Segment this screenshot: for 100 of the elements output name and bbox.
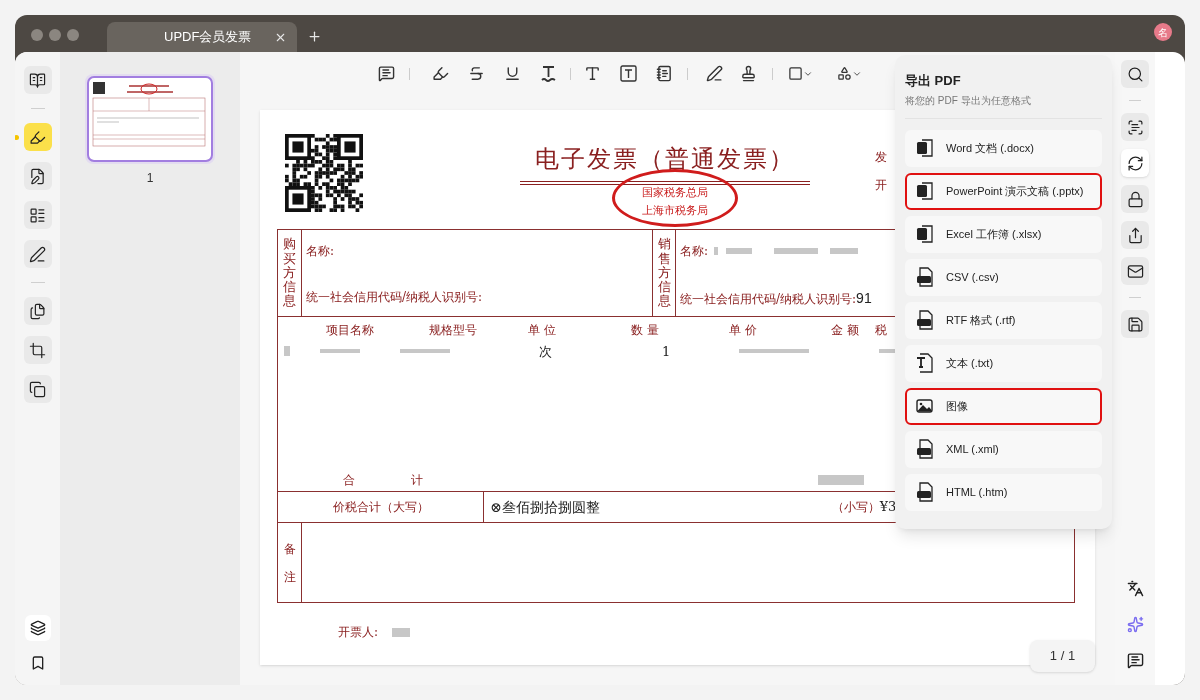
vertical-label: 销售方信息	[657, 237, 671, 309]
column-header: 单 位	[528, 322, 557, 339]
book-icon	[29, 71, 46, 89]
page-indicator: 1 / 1	[1030, 640, 1095, 672]
note-icon[interactable]	[656, 65, 673, 82]
export-option[interactable]: 图像	[905, 387, 1102, 425]
crop-icon	[29, 341, 46, 359]
field-label: 价税合计（大写）	[332, 499, 429, 516]
export-option[interactable]: PowerPoint 演示文稿 (.pptx)	[905, 172, 1102, 210]
shape-tool[interactable]	[837, 66, 862, 81]
tool-button[interactable]	[1121, 310, 1149, 338]
underline-icon[interactable]	[504, 65, 521, 82]
field-label: 名称:	[680, 243, 709, 260]
redaction-mark	[400, 349, 450, 353]
field-label: 统一社会信用代码/纳税人识别号:	[680, 291, 857, 308]
strikethrough-icon[interactable]	[468, 65, 485, 82]
file-icon	[916, 482, 934, 502]
layers-button[interactable]	[24, 615, 51, 641]
tool-button[interactable]	[23, 201, 52, 229]
panel-subtitle: 将您的 PDF 导出为任意格式	[905, 93, 1032, 108]
rectangle-tool[interactable]	[788, 66, 813, 81]
header-label: 开	[875, 177, 887, 194]
export-option[interactable]: Excel 工作簿 (.xlsx)	[905, 215, 1102, 253]
tool-button[interactable]	[23, 162, 52, 190]
save-icon	[1126, 315, 1144, 333]
redaction-mark	[830, 248, 859, 254]
export-option[interactable]: XML (.xml)	[905, 430, 1102, 468]
seal-text: 国家税务总局	[642, 185, 708, 201]
column-header: 规格型号	[429, 322, 478, 339]
redaction-mark	[714, 247, 719, 255]
copy-icon	[29, 380, 46, 398]
tool-button[interactable]	[23, 297, 52, 325]
field-label: 统一社会信用代码/纳税人识别号:	[306, 289, 483, 306]
export-option[interactable]: HTML (.htm)	[905, 473, 1102, 511]
total-label: 计	[411, 472, 423, 489]
issuer-label: 开票人:	[338, 624, 379, 641]
tool-button[interactable]	[23, 240, 52, 268]
export-option[interactable]: RTF 格式 (.rtf)	[905, 301, 1102, 339]
tool-button[interactable]	[1121, 149, 1149, 177]
form-icon	[29, 206, 46, 224]
mail-icon	[1126, 262, 1144, 280]
new-tab-icon[interactable]	[307, 29, 322, 44]
file-pen-icon	[29, 167, 46, 185]
comment-icon[interactable]	[378, 65, 395, 82]
field-label: （小写）	[831, 499, 880, 516]
total-label: 合	[343, 472, 355, 489]
sparkles-icon[interactable]	[1126, 616, 1144, 633]
squiggly-text-icon[interactable]	[540, 65, 557, 82]
tool-button[interactable]	[1121, 113, 1149, 141]
document-tab[interactable]: UPDF会员发票	[107, 22, 297, 52]
export-option[interactable]: 文本 (.txt)	[905, 344, 1102, 382]
panel-title: 导出 PDF	[905, 72, 962, 90]
seal-text: 上海市税务局	[642, 202, 708, 219]
redaction-mark	[320, 349, 360, 353]
field-label: 名称:	[306, 243, 335, 260]
export-option[interactable]: CSV (.csv)	[905, 258, 1102, 296]
tool-button[interactable]	[23, 336, 52, 364]
tool-button[interactable]	[1121, 221, 1149, 249]
header-label: 发	[875, 149, 887, 166]
file-icon	[916, 310, 934, 330]
export-option[interactable]: Word 文档 (.docx)	[905, 129, 1102, 167]
lock-icon	[1126, 190, 1144, 208]
pen-icon	[29, 245, 46, 263]
file-icon	[916, 439, 934, 459]
redaction-mark	[739, 349, 809, 353]
stamp-icon[interactable]	[740, 65, 757, 82]
tool-button[interactable]	[1121, 257, 1149, 285]
files-icon	[29, 302, 46, 320]
tool-button[interactable]	[23, 123, 52, 151]
column-header: 单 价	[729, 322, 758, 339]
text-file-icon	[916, 353, 934, 373]
tool-button[interactable]	[1121, 60, 1149, 88]
file-icon	[916, 181, 934, 201]
search-icon	[1126, 65, 1144, 83]
scan-text-icon	[1126, 118, 1144, 136]
translate-icon[interactable]	[1126, 580, 1144, 597]
page-number: 1	[146, 170, 154, 187]
tool-button[interactable]	[1121, 185, 1149, 213]
table-cell: 1	[662, 344, 671, 359]
highlighter-icon	[29, 128, 46, 146]
text-icon[interactable]	[584, 65, 601, 82]
amount-in-words: ⊗叁佰捌拾捌圆整	[490, 497, 600, 517]
text-box-icon[interactable]	[620, 65, 637, 82]
file-icon	[916, 224, 934, 244]
comment-icon[interactable]	[1126, 652, 1144, 669]
table-cell: 次	[539, 344, 552, 359]
vertical-label: 购买方信息	[283, 237, 296, 309]
redaction-mark	[774, 248, 819, 254]
highlighter-icon[interactable]	[432, 65, 449, 82]
column-header: 金 额	[831, 322, 860, 339]
column-header: 项目名称	[326, 322, 375, 339]
column-header: 数 量	[631, 322, 660, 339]
image-icon	[916, 396, 934, 416]
convert-icon	[1126, 154, 1144, 172]
tool-button[interactable]	[23, 375, 52, 403]
redaction-mark	[726, 248, 753, 254]
pen-icon[interactable]	[706, 65, 723, 82]
remarks-label: 备	[283, 540, 296, 558]
file-icon	[916, 267, 934, 287]
tool-button[interactable]	[23, 66, 52, 94]
